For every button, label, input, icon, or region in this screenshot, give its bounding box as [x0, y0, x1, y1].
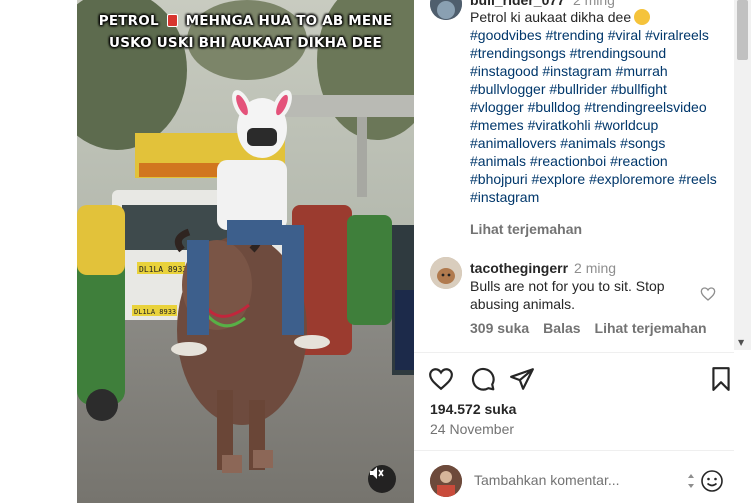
comment-header: tacothegingerr 2 ming — [470, 260, 616, 276]
author-line: bull_rider_077 2 ming — [470, 0, 615, 8]
scrollbar-thumb[interactable] — [737, 0, 748, 60]
caption-hashtags[interactable]: #goodvibes #trending #viral #viralreels … — [470, 27, 717, 205]
speaker-muted-icon — [370, 467, 384, 479]
author-username[interactable]: bull_rider_077 — [470, 0, 565, 8]
commenter-username[interactable]: tacothegingerr — [470, 260, 568, 276]
comment-translate-link[interactable]: Lihat terjemahan — [595, 320, 707, 336]
reel-video[interactable]: DL1LA 8933 DL1LA 8933 PETROL MEHNGA HUA … — [77, 0, 414, 503]
comment-like-heart-icon[interactable] — [700, 286, 716, 302]
like-count[interactable]: 194.572 suka — [430, 401, 516, 417]
comment-time: 2 ming — [574, 260, 617, 276]
author-avatar[interactable] — [430, 0, 462, 20]
author-avatar-image — [430, 0, 462, 20]
laughing-emoji-icon — [634, 9, 651, 25]
post-details-panel: bull_rider_077 2 ming Petrol ki aukaat di… — [414, 0, 734, 503]
video-text-overlay: PETROL MEHNGA HUA TO AB MENE USKO USKI B… — [77, 10, 414, 54]
caption-text: Petrol ki aukaat dikha dee — [470, 9, 632, 25]
comments-scroll-area[interactable]: bull_rider_077 2 ming Petrol ki aukaat di… — [414, 0, 734, 350]
composer-divider — [414, 450, 734, 451]
page-backdrop — [0, 0, 77, 503]
comment-icon[interactable] — [470, 366, 496, 392]
input-scroll-arrows-icon[interactable] — [684, 470, 698, 492]
comment-text: Bulls are not for you to sit. Stop abusi… — [470, 278, 665, 312]
overlay-line2: USKO USKI BHI AUKAAT DIKHA DEE — [109, 35, 382, 51]
comment-reply-button[interactable]: Balas — [543, 320, 580, 336]
video-frame-illustration: DL1LA 8933 DL1LA 8933 — [77, 0, 414, 503]
current-user-avatar — [430, 465, 462, 497]
bookmark-icon[interactable] — [708, 366, 734, 392]
post-caption: Petrol ki aukaat dikha dee #goodvibes #t… — [470, 8, 722, 206]
overlay-line1-word: PETROL — [98, 13, 159, 29]
commenter-avatar-image — [430, 257, 462, 289]
panel-scrollbar[interactable]: ▼ — [734, 0, 751, 350]
scroll-down-arrow-icon[interactable]: ▼ — [738, 338, 744, 347]
heart-icon[interactable] — [428, 366, 454, 392]
instagram-post-view: DL1LA 8933 DL1LA 8933 PETROL MEHNGA HUA … — [0, 0, 751, 503]
see-translation-link[interactable]: Lihat terjemahan — [470, 221, 582, 237]
post-date: 24 November — [430, 421, 515, 437]
overlay-line1-rest: MEHNGA HUA TO AB MENE — [185, 13, 393, 29]
post-action-bar — [414, 366, 734, 394]
emoji-icon[interactable] — [700, 469, 724, 493]
comment-actions: 309 suka Balas Lihat terjemahan — [470, 320, 721, 336]
section-divider — [414, 352, 734, 353]
truck-plate-lower: DL1LA 8933 — [134, 308, 176, 316]
commenter-avatar[interactable] — [430, 257, 462, 289]
fuel-pump-icon — [166, 14, 178, 27]
truck-plate: DL1LA 8933 — [139, 265, 187, 274]
author-time: 2 ming — [572, 0, 615, 8]
current-user-avatar-image — [430, 465, 462, 497]
comment-like-count[interactable]: 309 suka — [470, 320, 529, 336]
add-comment-input[interactable] — [474, 472, 684, 488]
mute-button[interactable] — [368, 465, 396, 493]
share-icon[interactable] — [509, 366, 535, 392]
